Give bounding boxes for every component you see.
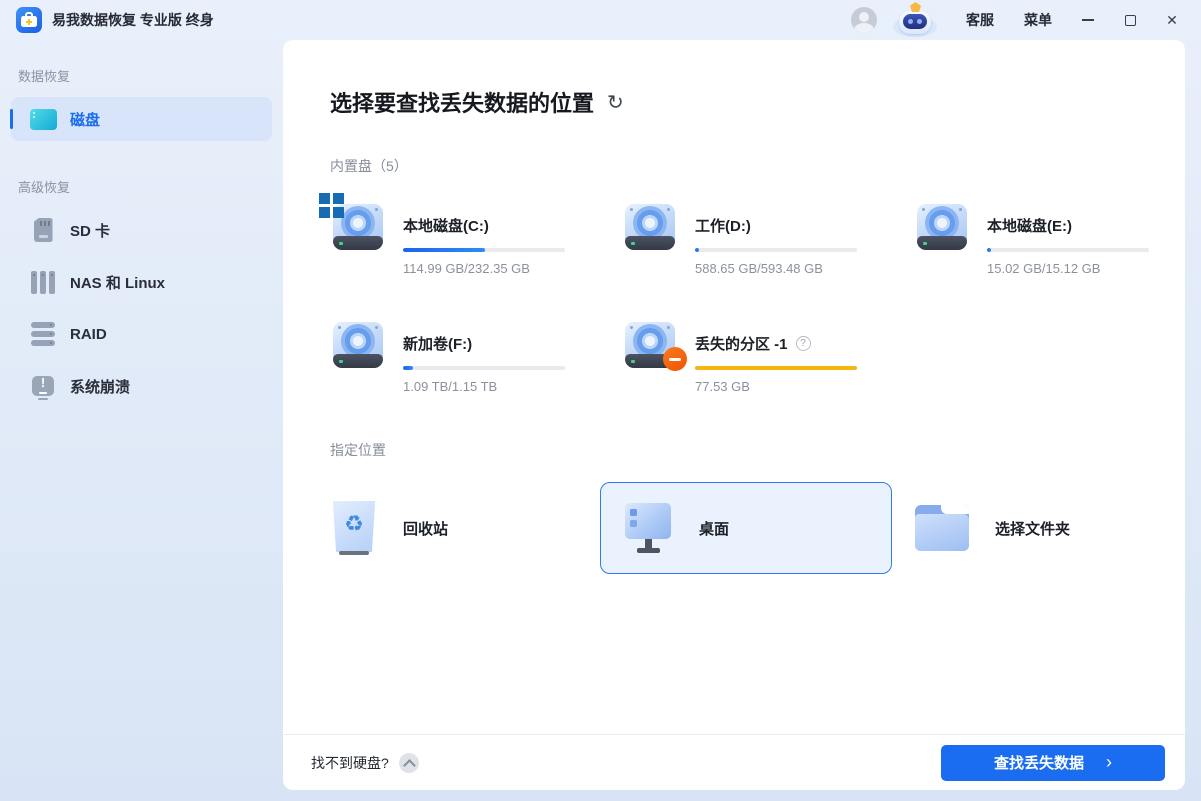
sidebar-item-label: 系统崩溃: [70, 376, 130, 397]
system-crash-icon: !: [29, 376, 57, 396]
location-label: 回收站: [403, 518, 448, 539]
location-select-folder[interactable]: 选择文件夹: [892, 482, 1184, 574]
nas-server-icon: [29, 271, 57, 294]
sidebar-section-advanced: 高级恢复: [18, 177, 283, 196]
folder-icon: [915, 505, 969, 551]
usage-bar: [695, 366, 857, 370]
usage-bar: [403, 366, 565, 370]
disk-item-d[interactable]: 工作(D:) 588.65 GB/593.48 GB: [622, 202, 914, 276]
disk-grid: 本地磁盘(C:) 114.99 GB/232.35 GB 工作(D:) 588.…: [330, 202, 1145, 394]
disk-capacity: 15.02 GB/15.12 GB: [987, 261, 1149, 276]
minimize-icon: [1082, 19, 1094, 21]
disk-name: 本地磁盘(C:): [403, 215, 489, 236]
recycle-bin-icon: ♻: [331, 501, 377, 555]
disk-item-c[interactable]: 本地磁盘(C:) 114.99 GB/232.35 GB: [330, 202, 622, 276]
user-avatar[interactable]: [851, 7, 877, 33]
sidebar-item-label: NAS 和 Linux: [70, 272, 165, 293]
disk-name: 工作(D:): [695, 215, 751, 236]
location-label: 桌面: [699, 518, 729, 539]
bottom-bar: 找不到硬盘? 查找丢失数据 ›: [283, 734, 1185, 790]
disk-capacity: 114.99 GB/232.35 GB: [403, 261, 565, 276]
close-icon: ✕: [1166, 13, 1178, 27]
disk-capacity: 77.53 GB: [695, 379, 857, 394]
disk-item-f[interactable]: 新加卷(F:) 1.09 TB/1.15 TB: [330, 320, 622, 394]
sidebar-item-nas-linux[interactable]: NAS 和 Linux: [11, 260, 272, 304]
location-grid: ♻ 回收站 桌面 选择文件夹: [308, 482, 1145, 574]
assistant-mascot-icon[interactable]: [893, 2, 937, 38]
minus-badge-icon: [663, 347, 687, 371]
usage-bar: [695, 248, 857, 252]
hard-drive-icon: [622, 202, 678, 252]
scan-lost-data-button[interactable]: 查找丢失数据 ›: [941, 745, 1165, 781]
usage-bar: [403, 248, 565, 252]
disk-capacity: 588.65 GB/593.48 GB: [695, 261, 857, 276]
collapse-up-icon[interactable]: [399, 753, 419, 773]
disk-capacity: 1.09 TB/1.15 TB: [403, 379, 565, 394]
refresh-icon[interactable]: ↻: [607, 93, 624, 113]
disk-name: 新加卷(F:): [403, 333, 472, 354]
sidebar-item-system-crash[interactable]: ! 系统崩溃: [11, 364, 272, 408]
maximize-icon: [1125, 15, 1136, 26]
sidebar-section-data-recovery: 数据恢复: [18, 66, 283, 85]
disk-icon: [29, 109, 57, 130]
sidebar-item-disk[interactable]: 磁盘: [11, 97, 272, 141]
disk-name: 丢失的分区 -1: [695, 333, 788, 354]
close-button[interactable]: ✕: [1151, 0, 1193, 40]
raid-stack-icon: [29, 322, 57, 347]
cant-find-drive-text: 找不到硬盘?: [311, 753, 389, 773]
minimize-button[interactable]: [1067, 0, 1109, 40]
chevron-right-icon: ›: [1106, 753, 1112, 771]
hard-drive-icon: [330, 202, 386, 252]
windows-logo-icon: [319, 193, 344, 218]
specified-locations-label: 指定位置: [330, 440, 1145, 460]
help-question-icon[interactable]: ?: [796, 336, 811, 351]
location-desktop[interactable]: 桌面: [600, 482, 892, 574]
usage-bar: [987, 248, 1149, 252]
internal-drives-label: 内置盘（5）: [330, 156, 1145, 176]
app-logo-icon: [16, 7, 42, 33]
scan-button-label: 查找丢失数据: [994, 752, 1084, 773]
disk-item-lost-partition[interactable]: 丢失的分区 -1 ? 77.53 GB: [622, 320, 914, 394]
hard-drive-icon: [330, 320, 386, 370]
sidebar-item-label: RAID: [70, 326, 107, 343]
sidebar: 数据恢复 磁盘 高级恢复 SD 卡 NAS 和 Linux RAID ! 系统崩…: [0, 40, 283, 801]
titlebar: 易我数据恢复 专业版 终身 客服 菜单 ✕: [0, 0, 1201, 40]
sidebar-item-sd-card[interactable]: SD 卡: [11, 208, 272, 252]
location-label: 选择文件夹: [995, 518, 1070, 539]
location-recycle-bin[interactable]: ♻ 回收站: [308, 482, 600, 574]
sidebar-item-label: SD 卡: [70, 220, 110, 241]
page-title: 选择要查找丢失数据的位置: [330, 86, 594, 118]
disk-item-e[interactable]: 本地磁盘(E:) 15.02 GB/15.12 GB: [914, 202, 1185, 276]
maximize-button[interactable]: [1109, 0, 1151, 40]
app-title: 易我数据恢复 专业版 终身: [52, 10, 214, 30]
main-panel: 选择要查找丢失数据的位置 ↻ 内置盘（5） 本地磁盘(C:) 114.99 GB…: [283, 40, 1185, 790]
sidebar-item-raid[interactable]: RAID: [11, 312, 272, 356]
disk-name: 本地磁盘(E:): [987, 215, 1072, 236]
sidebar-item-label: 磁盘: [70, 109, 100, 130]
sd-card-icon: [29, 218, 57, 242]
menu-link[interactable]: 菜单: [1009, 10, 1067, 30]
support-link[interactable]: 客服: [951, 10, 1009, 30]
desktop-monitor-icon: [623, 503, 673, 553]
hard-drive-lost-icon: [622, 320, 678, 370]
hard-drive-icon: [914, 202, 970, 252]
